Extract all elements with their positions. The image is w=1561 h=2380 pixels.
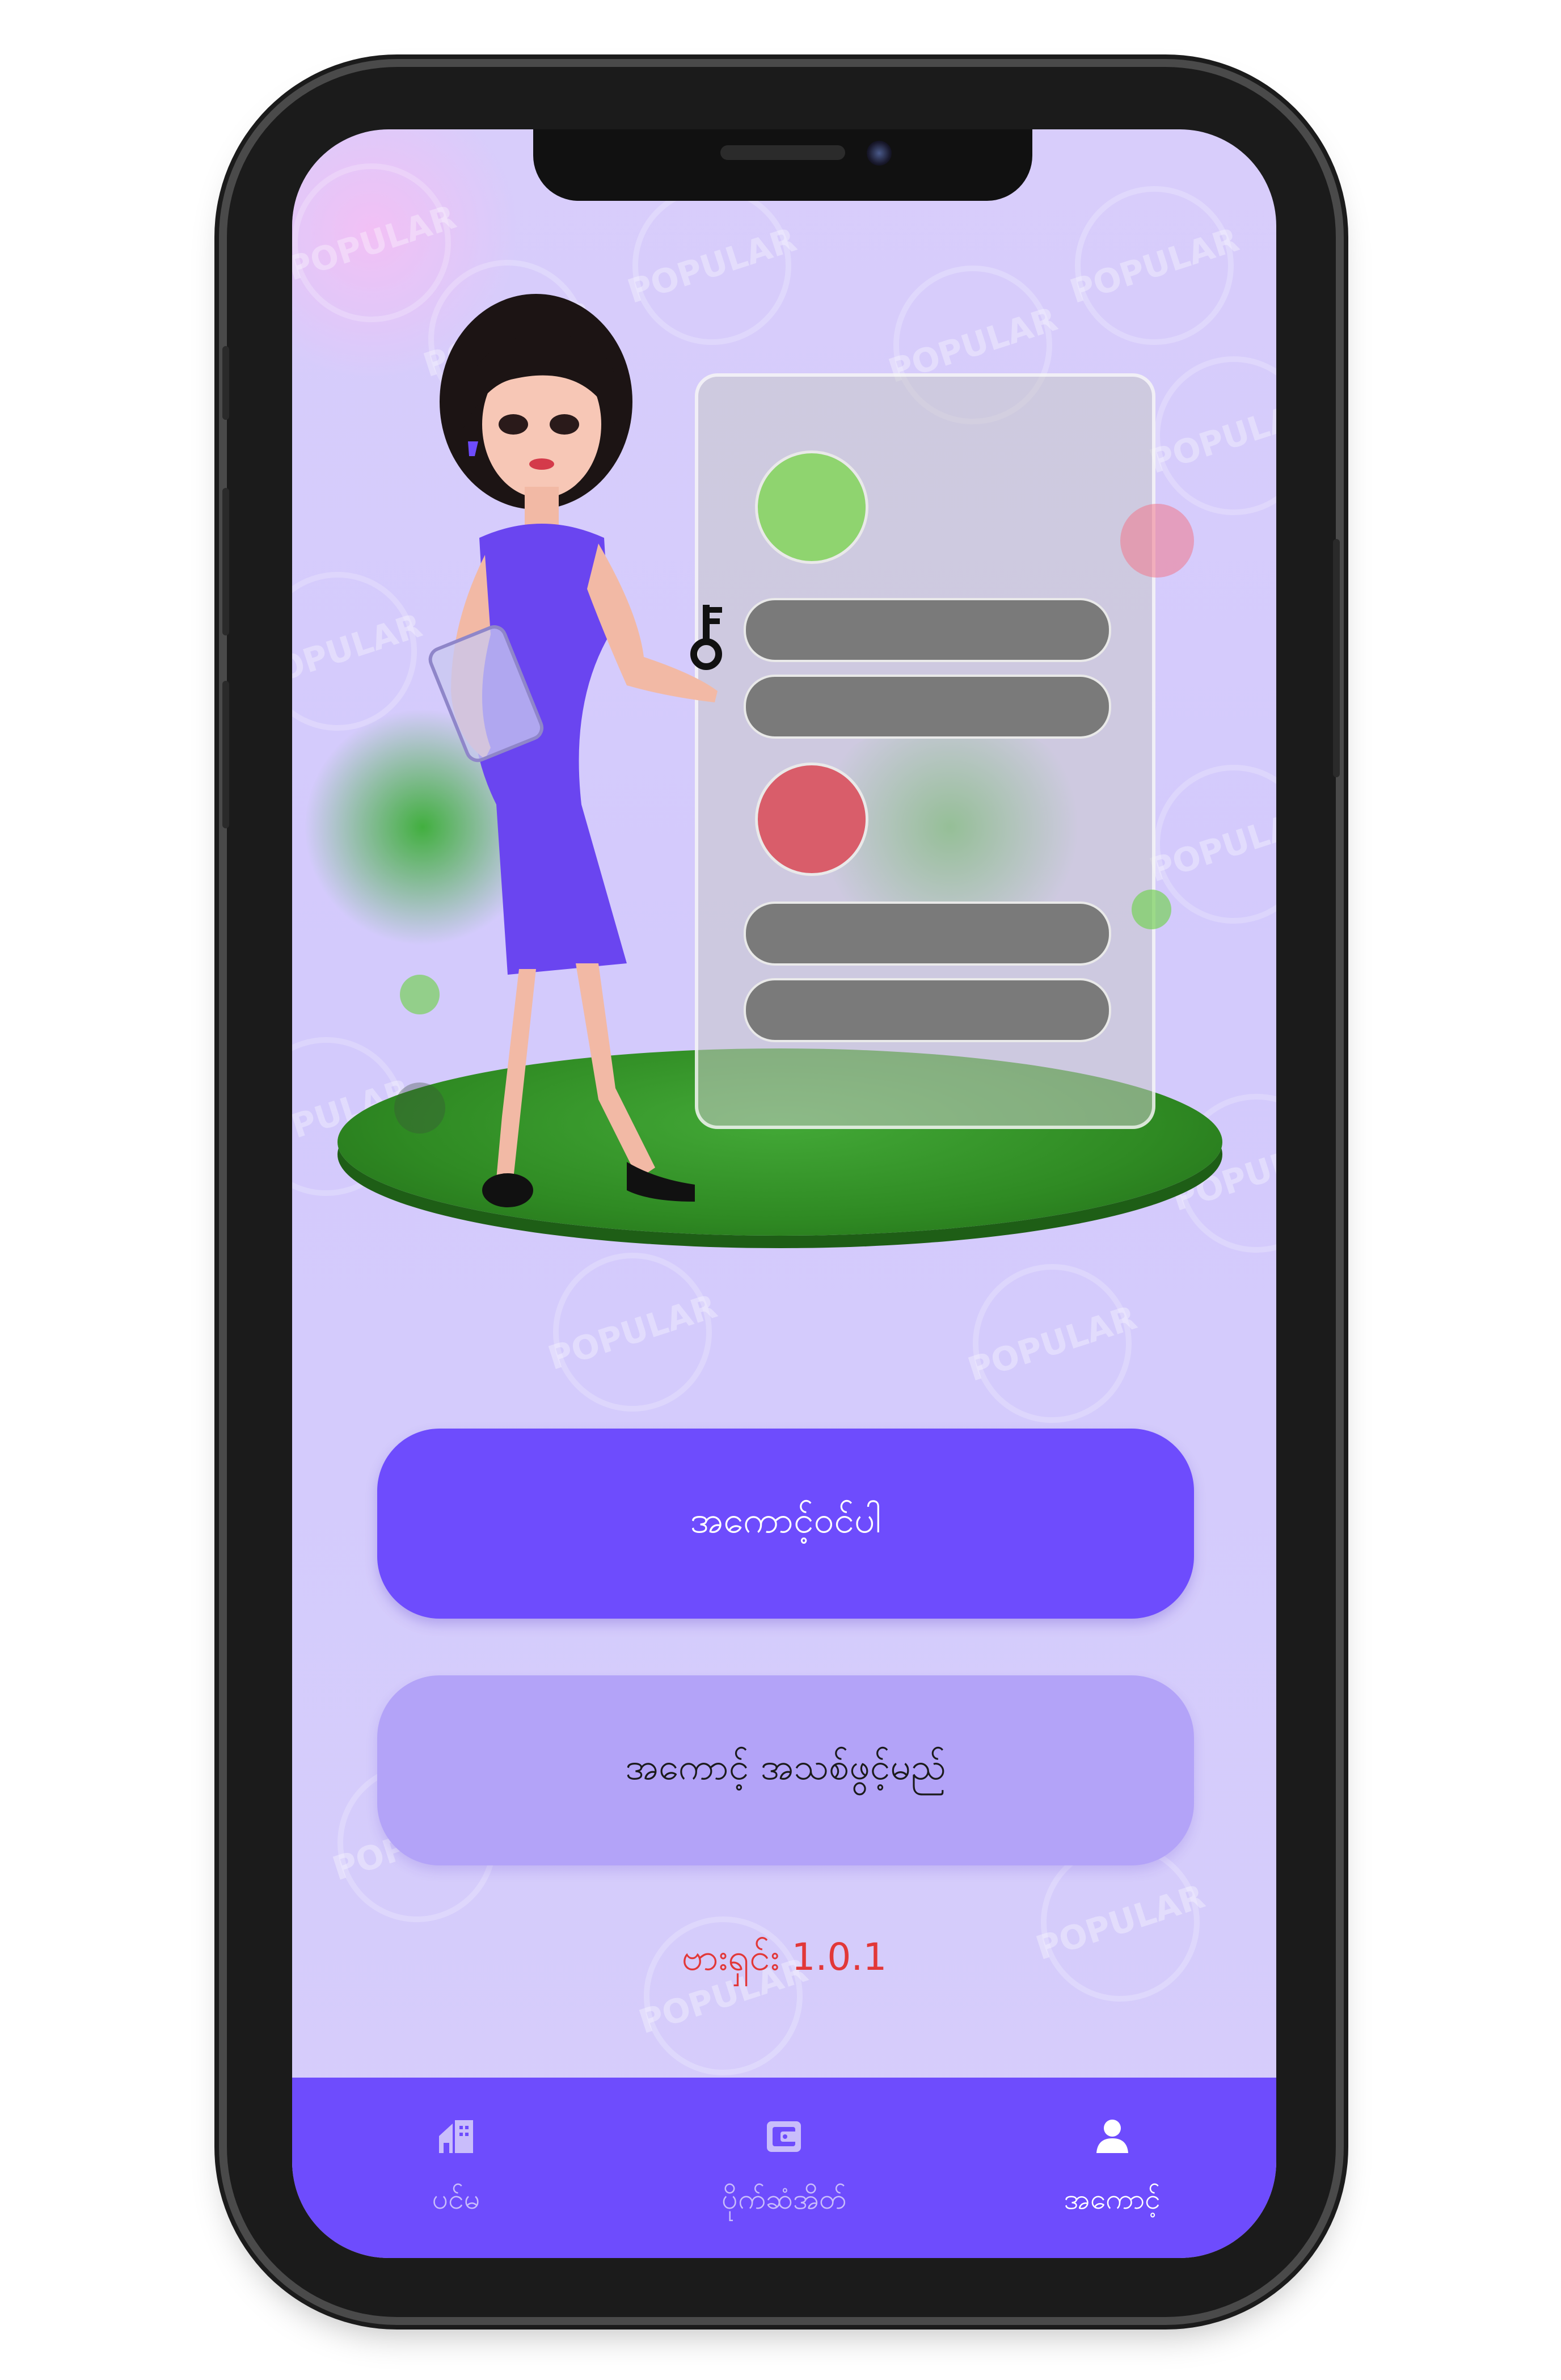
watermark-logo: POPULAR	[532, 1232, 733, 1433]
illustration-red-dot	[755, 763, 868, 876]
phone-volume-down	[222, 681, 229, 828]
watermark-logo: POPULAR	[952, 1243, 1153, 1444]
illustration-field-bar	[744, 598, 1111, 662]
illustration-green-dot	[755, 450, 868, 564]
decor-dot	[1132, 890, 1171, 929]
wallet-icon	[761, 2113, 807, 2159]
register-button[interactable]: အကောင့် အသစ်ဖွင့်မည်	[377, 1675, 1194, 1865]
nav-item-home[interactable]: ပင်မ	[292, 2078, 620, 2258]
bottom-navigation: ပင်မ ပိုက်ဆံအိတ် အကောင့်	[292, 2078, 1276, 2258]
phone-power-button	[1333, 539, 1340, 777]
person-icon	[1090, 2113, 1135, 2159]
illustration-field-bar	[744, 978, 1111, 1042]
phone-notch	[533, 129, 1032, 201]
app-screen: POPULAR POPULAR POPULAR POPULAR POPULAR …	[292, 129, 1276, 2258]
decor-dot	[1120, 504, 1194, 578]
speaker-grille	[720, 145, 845, 160]
nav-label-account: အကောင့်	[1064, 2182, 1161, 2215]
nav-label-wallet: ပိုက်ဆံအိတ်	[722, 2182, 847, 2215]
illustration-login-card	[695, 373, 1155, 1129]
home-icon	[433, 2113, 479, 2159]
nav-item-wallet[interactable]: ပိုက်ဆံအိတ်	[620, 2078, 948, 2258]
watermark-logo: POPULAR	[623, 1895, 824, 2096]
phone-mute-switch	[222, 346, 229, 420]
sign-in-button[interactable]: အကောင့်ဝင်ပါ	[377, 1429, 1194, 1619]
front-camera	[867, 141, 892, 166]
illustration-field-bar	[744, 902, 1111, 966]
nav-label-home: ပင်မ	[432, 2182, 480, 2215]
app-version-label: ဗားရှင်း 1.0.1	[681, 1935, 887, 1979]
phone-volume-up	[222, 488, 229, 635]
watermark-logo: POPULAR	[1054, 165, 1255, 366]
illustration-field-bar	[744, 675, 1111, 739]
woman-illustration	[428, 294, 718, 1207]
nav-item-account[interactable]: အကောင့်	[948, 2078, 1276, 2258]
